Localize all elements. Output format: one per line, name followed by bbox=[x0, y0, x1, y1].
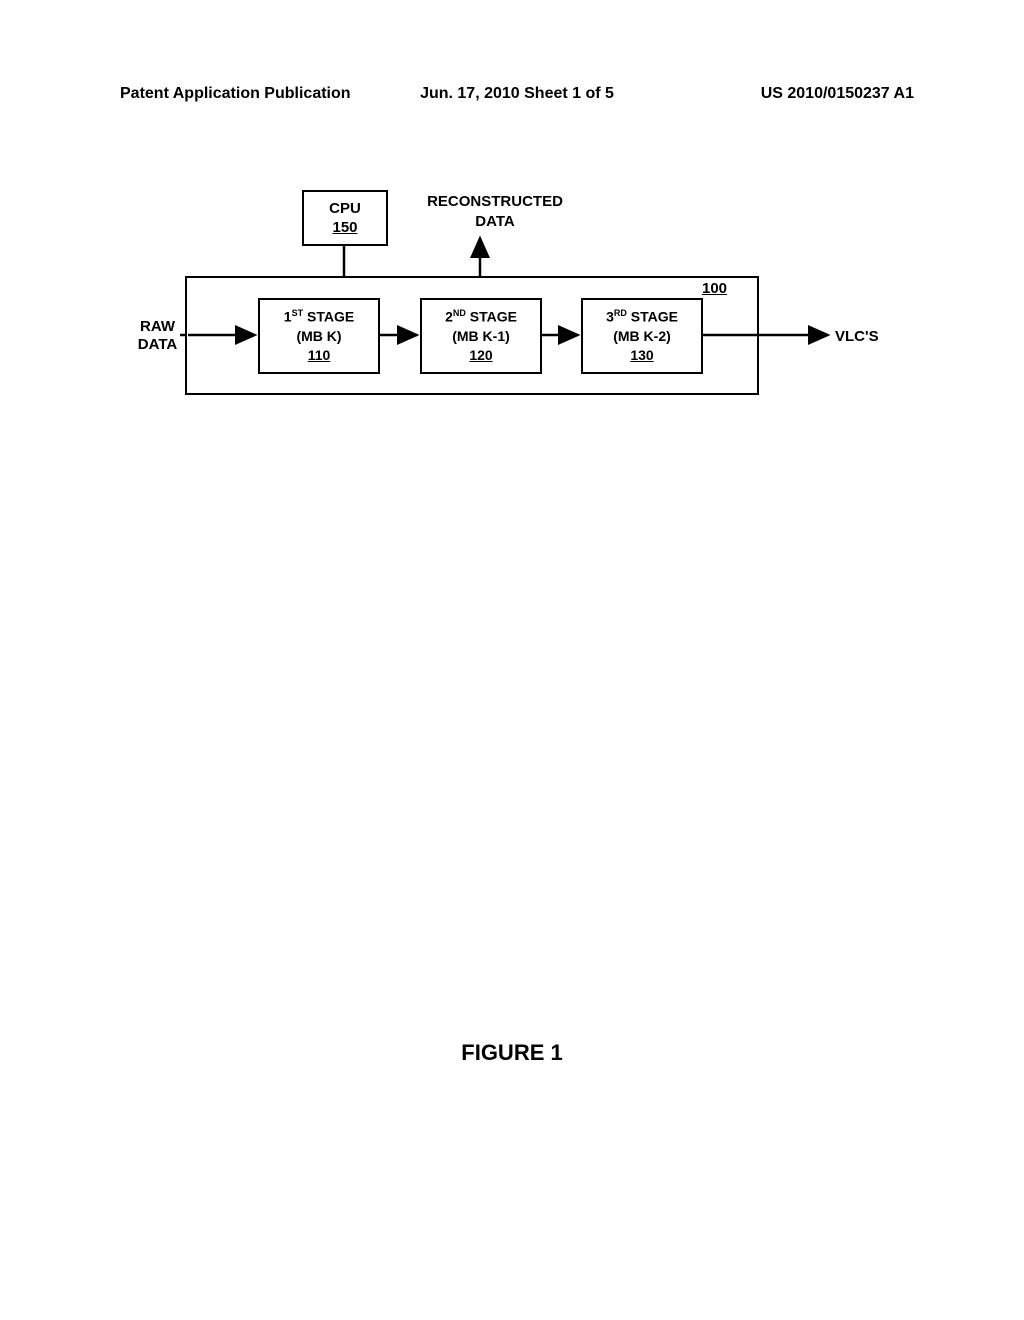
header-date-sheet: Jun. 17, 2010 Sheet 1 of 5 bbox=[385, 85, 650, 103]
stage-1-block: 1ST STAGE (MB K) 110 bbox=[258, 298, 380, 374]
vlc-output-label: VLC'S bbox=[835, 328, 879, 345]
reconstructed-data-label: RECONSTRUCTED DATA bbox=[405, 192, 585, 231]
reconstructed-line2: DATA bbox=[405, 212, 585, 232]
stage-1-ref: 110 bbox=[260, 346, 378, 365]
cpu-block: CPU 150 bbox=[302, 190, 388, 246]
container-ref: 100 bbox=[702, 280, 727, 297]
stage-1-sub: (MB K) bbox=[260, 327, 378, 346]
header-publication: Patent Application Publication bbox=[120, 85, 385, 103]
stage-3-sub: (MB K-2) bbox=[583, 327, 701, 346]
reconstructed-line1: RECONSTRUCTED bbox=[405, 192, 585, 212]
block-diagram: CPU 150 RECONSTRUCTED DATA 100 RAW DATA … bbox=[130, 180, 910, 430]
page-header: Patent Application Publication Jun. 17, … bbox=[0, 85, 1024, 103]
figure-caption: FIGURE 1 bbox=[0, 1040, 1024, 1066]
stage-3-ref: 130 bbox=[583, 346, 701, 365]
cpu-ref: 150 bbox=[304, 218, 386, 238]
cpu-label: CPU bbox=[304, 199, 386, 219]
raw-line1: RAW bbox=[130, 318, 185, 336]
stage-3-title: 3RD STAGE bbox=[583, 307, 701, 327]
stage-2-sub: (MB K-1) bbox=[422, 327, 540, 346]
raw-line2: DATA bbox=[130, 336, 185, 354]
stage-2-block: 2ND STAGE (MB K-1) 120 bbox=[420, 298, 542, 374]
stage-3-block: 3RD STAGE (MB K-2) 130 bbox=[581, 298, 703, 374]
raw-data-label: RAW DATA bbox=[130, 318, 185, 354]
stage-1-title: 1ST STAGE bbox=[260, 307, 378, 327]
header-patent-number: US 2010/0150237 A1 bbox=[649, 85, 914, 103]
stage-2-ref: 120 bbox=[422, 346, 540, 365]
stage-2-title: 2ND STAGE bbox=[422, 307, 540, 327]
